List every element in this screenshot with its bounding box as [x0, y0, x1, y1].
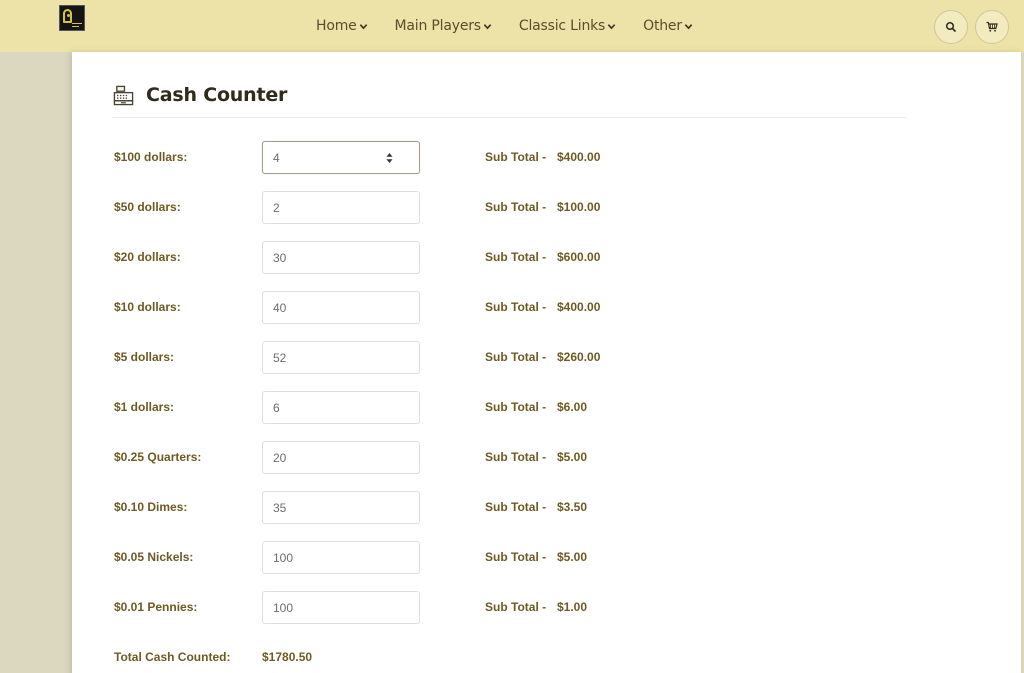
quantity-value: 35	[273, 500, 287, 515]
denomination-label: $20 dollars:	[114, 250, 181, 264]
subtotal-value: $260.00	[557, 350, 601, 364]
subtotal-label: Sub Total -	[485, 250, 547, 264]
denomination-label: $0.25 Quarters:	[114, 450, 202, 464]
nav-item-label: Main Players	[394, 18, 482, 34]
cart-icon	[986, 21, 998, 32]
quantity-value: 52	[273, 350, 287, 365]
subtotal-value: $5.00	[557, 450, 588, 464]
quantity-input[interactable]: 4	[262, 141, 420, 174]
subtotal-label: Sub Total -	[485, 300, 547, 314]
subtotal-value: $5.00	[557, 550, 588, 564]
quantity-value: 30	[273, 250, 287, 265]
chevron-down-icon	[483, 23, 492, 29]
denomination-row: $100 dollars: 4 Sub Total - $400.00	[72, 141, 1021, 184]
subtotal-value: $400.00	[557, 150, 601, 164]
denomination-row: $0.10 Dimes: 35 Sub Total - $3.50	[72, 491, 1021, 534]
nav-item-home[interactable]: Home	[316, 18, 368, 34]
denomination-row: $0.01 Pennies: 100 Sub Total - $1.00	[72, 591, 1021, 634]
subtotal-value: $600.00	[557, 250, 601, 264]
quantity-value: 20	[273, 450, 287, 465]
quantity-input[interactable]: 40	[262, 291, 420, 324]
quantity-input[interactable]: 52	[262, 341, 420, 374]
quantity-input[interactable]: 100	[262, 591, 420, 624]
denomination-row: $20 dollars: 30 Sub Total - $600.00	[72, 241, 1021, 284]
denomination-label: $100 dollars:	[114, 150, 188, 164]
subtotal-value: $6.00	[557, 400, 588, 414]
subtotal-label: Sub Total -	[485, 200, 547, 214]
denomination-row: $10 dollars: 40 Sub Total - $400.00	[72, 291, 1021, 334]
total-value: $1780.50	[262, 650, 313, 664]
quantity-input[interactable]: 30	[262, 241, 420, 274]
subtotal-label: Sub Total -	[485, 400, 547, 414]
quantity-value: 2	[273, 200, 280, 215]
nav-item-label: Other	[643, 18, 682, 34]
denomination-label: $5 dollars:	[114, 350, 175, 364]
subtotal-label: Sub Total -	[485, 500, 547, 514]
subtotal-value: $400.00	[557, 300, 601, 314]
content-panel: Cash Counter $100 dollars: 4 Sub Total -…	[72, 52, 1021, 673]
nav-item-label: Home	[316, 18, 357, 34]
number-spinner-icon[interactable]	[386, 152, 393, 164]
header-divider	[113, 117, 907, 118]
subtotal-label: Sub Total -	[485, 600, 547, 614]
denomination-row: $5 dollars: 52 Sub Total - $260.00	[72, 341, 1021, 384]
quantity-input[interactable]: 100	[262, 541, 420, 574]
quantity-value: 4	[273, 150, 280, 165]
page-header: Cash Counter	[113, 84, 287, 106]
subtotal-value: $100.00	[557, 200, 601, 214]
denomination-label: $1 dollars:	[114, 400, 175, 414]
denomination-row: $1 dollars: 6 Sub Total - $6.00	[72, 391, 1021, 434]
denomination-label: $0.01 Pennies:	[114, 600, 198, 614]
nav-item-other[interactable]: Other	[643, 18, 693, 34]
logo-mark-icon	[63, 9, 72, 23]
subtotal-label: Sub Total -	[485, 150, 547, 164]
nav-item-classic-links[interactable]: Classic Links	[519, 18, 616, 34]
denomination-label: $0.10 Dimes:	[114, 500, 188, 514]
subtotal-value: $1.00	[557, 600, 588, 614]
chevron-down-icon	[684, 23, 693, 29]
subtotal-label: Sub Total -	[485, 550, 547, 564]
nav-item-main-players[interactable]: Main Players	[395, 18, 492, 34]
subtotal-label: Sub Total -	[485, 350, 547, 364]
nav-item-label: Classic Links	[518, 18, 606, 34]
search-button[interactable]	[934, 10, 968, 44]
denomination-label: $10 dollars:	[114, 300, 181, 314]
quantity-value: 100	[273, 550, 294, 565]
subtotal-label: Sub Total -	[485, 450, 547, 464]
quantity-value: 6	[273, 400, 280, 415]
search-icon	[945, 21, 957, 33]
denomination-row: $0.25 Quarters: 20 Sub Total - $5.00	[72, 441, 1021, 484]
chevron-down-icon	[607, 23, 616, 29]
quantity-input[interactable]: 20	[262, 441, 420, 474]
total-row: Total Cash Counted: $1780.50	[72, 650, 1021, 673]
chevron-down-icon	[359, 23, 367, 29]
quantity-input[interactable]: 35	[262, 491, 420, 524]
total-label: Total Cash Counted:	[114, 650, 231, 664]
denomination-label: $50 dollars:	[114, 200, 181, 214]
top-navigation-bar: Home Main Players Classic Links Other	[0, 0, 1024, 52]
quantity-input[interactable]: 2	[262, 191, 420, 224]
subtotal-value: $3.50	[557, 500, 588, 514]
brand-logo[interactable]	[59, 5, 85, 31]
main-nav: Home Main Players Classic Links Other	[316, 17, 693, 35]
denomination-row: $50 dollars: 2 Sub Total - $100.00	[72, 191, 1021, 234]
quantity-value: 40	[273, 300, 287, 315]
denomination-row: $0.05 Nickels: 100 Sub Total - $5.00	[72, 541, 1021, 584]
cash-register-icon	[113, 85, 134, 105]
quantity-input[interactable]: 6	[262, 391, 420, 424]
page-title: Cash Counter	[146, 84, 288, 106]
quantity-value: 100	[273, 600, 294, 615]
denomination-label: $0.05 Nickels:	[114, 550, 194, 564]
cart-button[interactable]	[975, 10, 1009, 44]
